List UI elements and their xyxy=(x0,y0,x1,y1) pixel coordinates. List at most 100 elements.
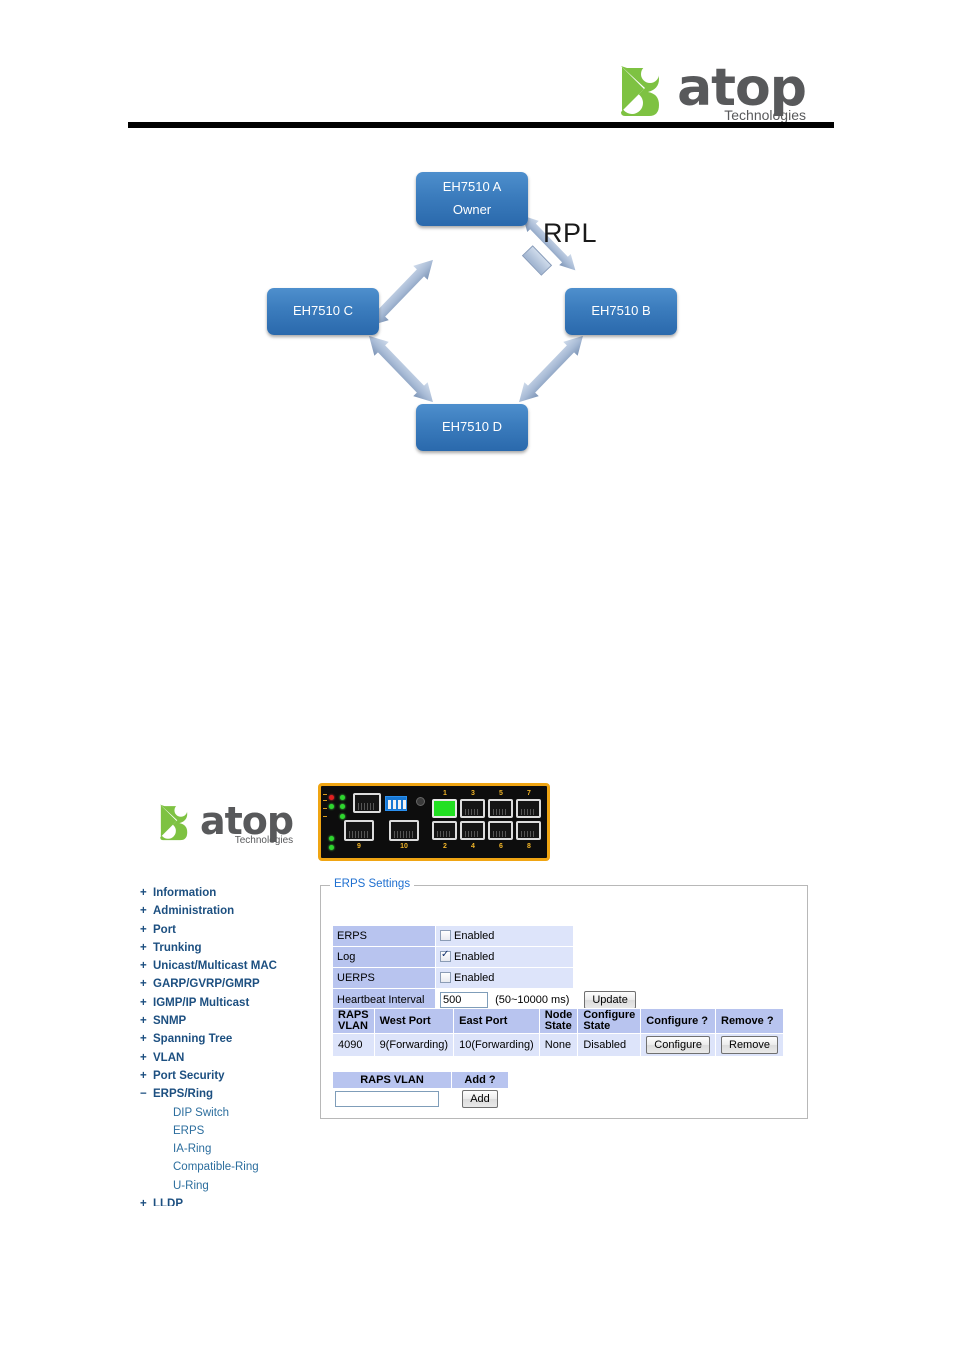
switch-front-panel-image: 9 10 1 3 5 7 2 4 6 8 xyxy=(318,783,550,861)
sidebar-item-garp-gvrp-gmrp[interactable]: + GARP/GVRP/GMRP xyxy=(140,975,315,993)
expand-toggle-icon[interactable]: + xyxy=(140,1012,153,1030)
erps-enable-label: ERPS xyxy=(332,925,436,947)
sidebar-item-port-security[interactable]: + Port Security xyxy=(140,1067,315,1085)
sidebar-item-label: GARP/GVRP/GMRP xyxy=(153,978,260,991)
sidebar-item-ia-ring[interactable]: IA-Ring xyxy=(140,1140,315,1158)
erps-enable-cell[interactable]: Enabled xyxy=(434,925,575,947)
panel-tick xyxy=(323,800,327,801)
table-row: 4090 9(Forwarding) 10(Forwarding) None D… xyxy=(332,1033,784,1057)
sidebar-item-label: U-Ring xyxy=(173,1179,209,1192)
atop-logo-header: atop Technologies xyxy=(615,58,807,125)
port-label-4: 4 xyxy=(471,843,475,850)
expand-toggle-icon[interactable]: + xyxy=(140,939,153,957)
col-header-add: Add ? xyxy=(451,1071,509,1089)
table-row: Log Enabled xyxy=(332,946,641,968)
erps-enable-checkbox[interactable] xyxy=(440,930,451,941)
cell-west-port: 9(Forwarding) xyxy=(373,1033,455,1057)
expand-toggle-icon[interactable]: + xyxy=(140,1195,153,1206)
sidebar-item-label: Trunking xyxy=(153,941,202,954)
port-label-10: 10 xyxy=(400,843,408,850)
atop-logo-wordmark: atop xyxy=(200,798,294,843)
uerps-enable-cell[interactable]: Enabled xyxy=(434,967,575,989)
add-raps-vlan-input[interactable] xyxy=(335,1091,439,1107)
expand-toggle-icon[interactable]: + xyxy=(140,1030,153,1048)
sidebar-item-trunking[interactable]: + Trunking xyxy=(140,939,315,957)
uerps-enable-checkbox[interactable] xyxy=(440,972,451,983)
collapse-toggle-icon[interactable]: − xyxy=(140,1085,153,1103)
sidebar-item-compatible-ring[interactable]: Compatible-Ring xyxy=(140,1158,315,1176)
heartbeat-interval-input[interactable] xyxy=(440,992,488,1008)
header-divider-rule xyxy=(128,122,834,128)
led-status-2 xyxy=(329,804,334,809)
cell-node-state: None xyxy=(538,1033,579,1057)
add-raps-vlan-table: RAPS VLAN Add ? Add xyxy=(332,1071,509,1110)
configure-button[interactable]: Configure xyxy=(646,1036,710,1054)
sidebar-item-vlan[interactable]: + VLAN xyxy=(140,1049,315,1067)
sidebar-item-dip-switch[interactable]: DIP Switch xyxy=(140,1104,315,1122)
ring-node-c-title: EH7510 C xyxy=(293,303,353,319)
ethernet-port-2 xyxy=(432,821,457,840)
log-enable-checkbox-label: Enabled xyxy=(454,951,495,963)
expand-toggle-icon[interactable]: + xyxy=(140,975,153,993)
remove-button[interactable]: Remove xyxy=(721,1036,778,1054)
erps-settings-legend: ERPS Settings xyxy=(330,878,415,890)
sidebar-item-snmp[interactable]: + SNMP xyxy=(140,1012,315,1030)
dip-switch-bank xyxy=(385,796,407,811)
sidebar-item-label: Spanning Tree xyxy=(153,1033,233,1046)
sidebar-item-port[interactable]: + Port xyxy=(140,921,315,939)
ethernet-port-7 xyxy=(516,799,541,818)
expand-toggle-icon[interactable]: + xyxy=(140,902,153,920)
add-button[interactable]: Add xyxy=(462,1090,498,1108)
col-header-line2: State xyxy=(583,1020,611,1032)
panel-tick xyxy=(323,794,327,795)
ring-node-eh7510-a: EH7510 A Owner xyxy=(416,172,528,226)
ring-node-d-title: EH7510 D xyxy=(442,419,502,435)
sidebar-item-unicast-multicast-mac[interactable]: + Unicast/Multicast MAC xyxy=(140,957,315,975)
link-arrow-d-to-b xyxy=(511,328,591,409)
cell-raps-vlan: 4090 xyxy=(332,1033,375,1057)
sidebar-item-administration[interactable]: + Administration xyxy=(140,902,315,920)
ring-node-a-title: EH7510 A xyxy=(442,179,502,195)
expand-toggle-icon[interactable]: + xyxy=(140,994,153,1012)
expand-toggle-icon[interactable]: + xyxy=(140,1067,153,1085)
port-label-3: 3 xyxy=(471,790,475,797)
atop-leaf-mark-icon xyxy=(615,58,677,125)
ring-node-eh7510-d: EH7510 D xyxy=(416,404,528,451)
log-enable-checkbox[interactable] xyxy=(440,949,451,962)
col-header-configure: Configure ? xyxy=(640,1008,716,1034)
sidebar-item-information[interactable]: + Information xyxy=(140,884,315,902)
sidebar-item-erps-ring[interactable]: − ERPS/Ring xyxy=(140,1085,315,1103)
table-row: Add xyxy=(332,1088,509,1110)
web-ui-sidebar[interactable]: + Information + Administration + Port + … xyxy=(140,884,315,1206)
col-header-add-raps-vlan: RAPS VLAN xyxy=(332,1071,452,1089)
log-enable-cell[interactable]: Enabled xyxy=(434,946,575,968)
table-header-row: RAPS VLAN West Port East Port Node State… xyxy=(332,1008,784,1034)
port-label-8: 8 xyxy=(527,843,531,850)
sidebar-item-igmp-ip-multicast[interactable]: + IGMP/IP Multicast xyxy=(140,994,315,1012)
cell-add-action: Add xyxy=(451,1088,509,1110)
port-label-1: 1 xyxy=(443,790,447,797)
update-button[interactable]: Update xyxy=(584,991,636,1009)
port-label-9: 9 xyxy=(357,843,361,850)
expand-toggle-icon[interactable]: + xyxy=(140,957,153,975)
ring-node-a-role: Owner xyxy=(452,202,492,217)
ethernet-port-9 xyxy=(344,820,374,841)
sidebar-item-u-ring[interactable]: U-Ring xyxy=(140,1177,315,1195)
led-ring-s xyxy=(329,845,334,850)
ethernet-port-1 xyxy=(432,799,457,818)
ethernet-port-8 xyxy=(516,821,541,840)
sidebar-item-erps[interactable]: ERPS xyxy=(140,1122,315,1140)
sidebar-item-lldp[interactable]: + LLDP xyxy=(140,1195,315,1206)
ethernet-port-6 xyxy=(488,821,513,840)
expand-toggle-icon[interactable]: + xyxy=(140,1049,153,1067)
sidebar-item-label: Unicast/Multicast MAC xyxy=(153,960,277,973)
sidebar-item-label: Administration xyxy=(153,905,235,918)
console-port xyxy=(353,793,381,813)
expand-toggle-icon[interactable]: + xyxy=(140,921,153,939)
sidebar-item-spanning-tree[interactable]: + Spanning Tree xyxy=(140,1030,315,1048)
port-label-7: 7 xyxy=(527,790,531,797)
led-ring-r xyxy=(329,836,334,841)
expand-toggle-icon[interactable]: + xyxy=(140,884,153,902)
erps-settings-table: ERPS Enabled Log Enabled UERPS Enabled H… xyxy=(332,925,641,1012)
led-status-4 xyxy=(340,814,345,819)
